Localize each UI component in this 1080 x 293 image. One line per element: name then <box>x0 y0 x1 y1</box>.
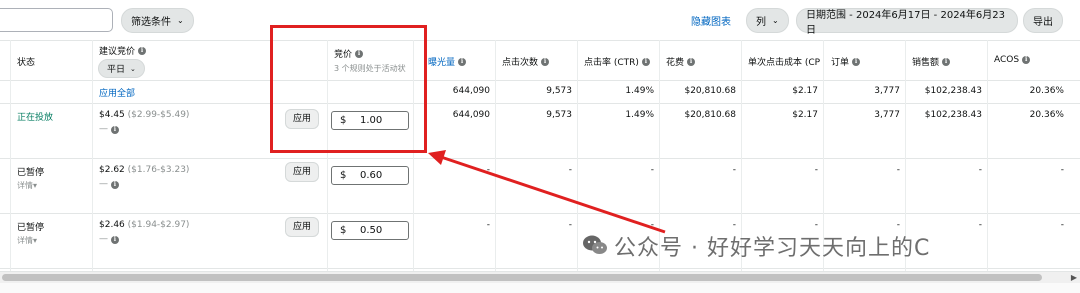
horizontal-scrollbar[interactable]: ▶ <box>0 271 1080 283</box>
scroll-right-arrow-icon[interactable]: ▶ <box>1071 273 1077 282</box>
footer-strip <box>0 283 1080 293</box>
scrollbar-thumb[interactable] <box>2 274 1042 281</box>
wechat-logo-icon <box>583 235 607 254</box>
arrow-line <box>437 154 666 234</box>
arrow-head-icon <box>428 150 446 165</box>
watermark-text: 公众号 · 好好学习天天向上的C <box>614 236 931 261</box>
